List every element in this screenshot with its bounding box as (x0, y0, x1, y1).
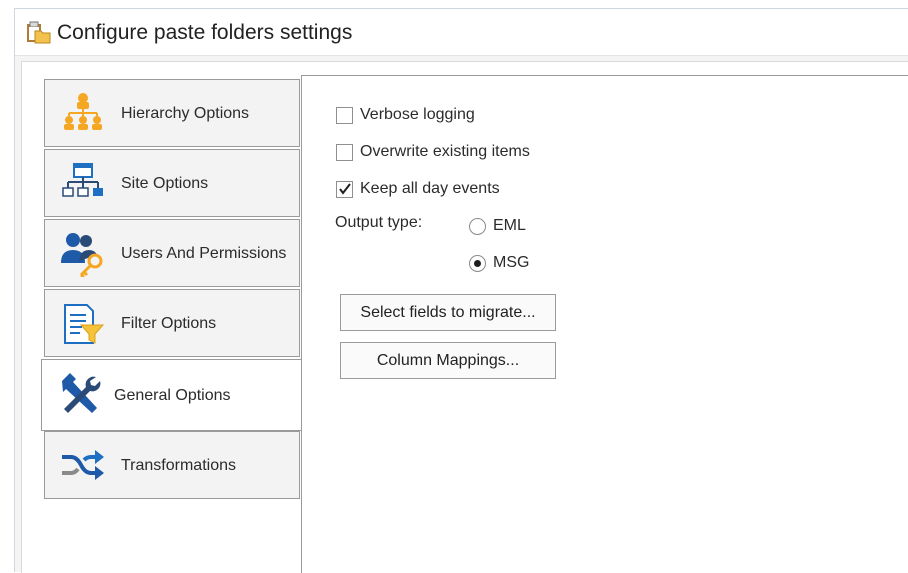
configure-paste-folders-dialog: Configure paste folders settings Hierarc… (14, 8, 908, 573)
tab-label: Site Options (121, 175, 209, 192)
site-icon (59, 161, 107, 207)
radio-button[interactable] (469, 254, 486, 272)
select-fields-button[interactable]: Select fields to migrate... (340, 294, 556, 331)
msg-label: MSG (493, 254, 530, 271)
filter-icon (59, 301, 107, 347)
hierarchy-icon (59, 91, 107, 137)
window-title: Configure paste folders settings (57, 21, 353, 44)
tab-general-options[interactable]: General Options (41, 359, 301, 431)
tab-hierarchy-options[interactable]: Hierarchy Options (44, 79, 300, 147)
keep-all-day-events-checkbox[interactable]: Keep all day events (336, 180, 500, 198)
title-bar: Configure paste folders settings (15, 9, 908, 56)
checkbox-box[interactable] (336, 180, 353, 198)
radio-button[interactable] (469, 217, 486, 235)
overwrite-items-checkbox[interactable]: Overwrite existing items (336, 143, 530, 161)
general-options-panel: Verbose logging Overwrite existing items… (301, 75, 908, 573)
verbose-logging-label: Verbose logging (360, 106, 475, 123)
tab-label: Hierarchy Options (121, 105, 250, 122)
tab-transformations[interactable]: Transformations (44, 431, 300, 499)
overwrite-items-label: Overwrite existing items (360, 143, 530, 160)
users-key-icon (59, 231, 107, 279)
output-eml-radio[interactable]: EML (469, 217, 526, 235)
eml-label: EML (493, 217, 526, 234)
tab-users-and-permissions[interactable]: Users And Permissions (44, 219, 300, 287)
tab-filter-options[interactable]: Filter Options (44, 289, 300, 357)
checkbox-box[interactable] (336, 143, 353, 161)
column-mappings-button[interactable]: Column Mappings... (340, 342, 556, 379)
tab-label: Filter Options (121, 315, 217, 332)
checkmark-icon (339, 182, 351, 195)
output-msg-radio[interactable]: MSG (469, 254, 529, 272)
tab-label: Users And Permissions (121, 245, 287, 262)
keep-all-day-label: Keep all day events (360, 180, 500, 197)
tab-site-options[interactable]: Site Options (44, 149, 300, 217)
output-type-label: Output type: (335, 214, 423, 231)
tools-icon (56, 371, 104, 417)
shuffle-icon (59, 443, 107, 489)
tab-label: Transformations (121, 457, 236, 474)
clipboard-folder-icon (25, 21, 51, 45)
tab-label: General Options (114, 387, 231, 404)
verbose-logging-checkbox[interactable]: Verbose logging (336, 106, 475, 124)
checkbox-box[interactable] (336, 106, 353, 124)
